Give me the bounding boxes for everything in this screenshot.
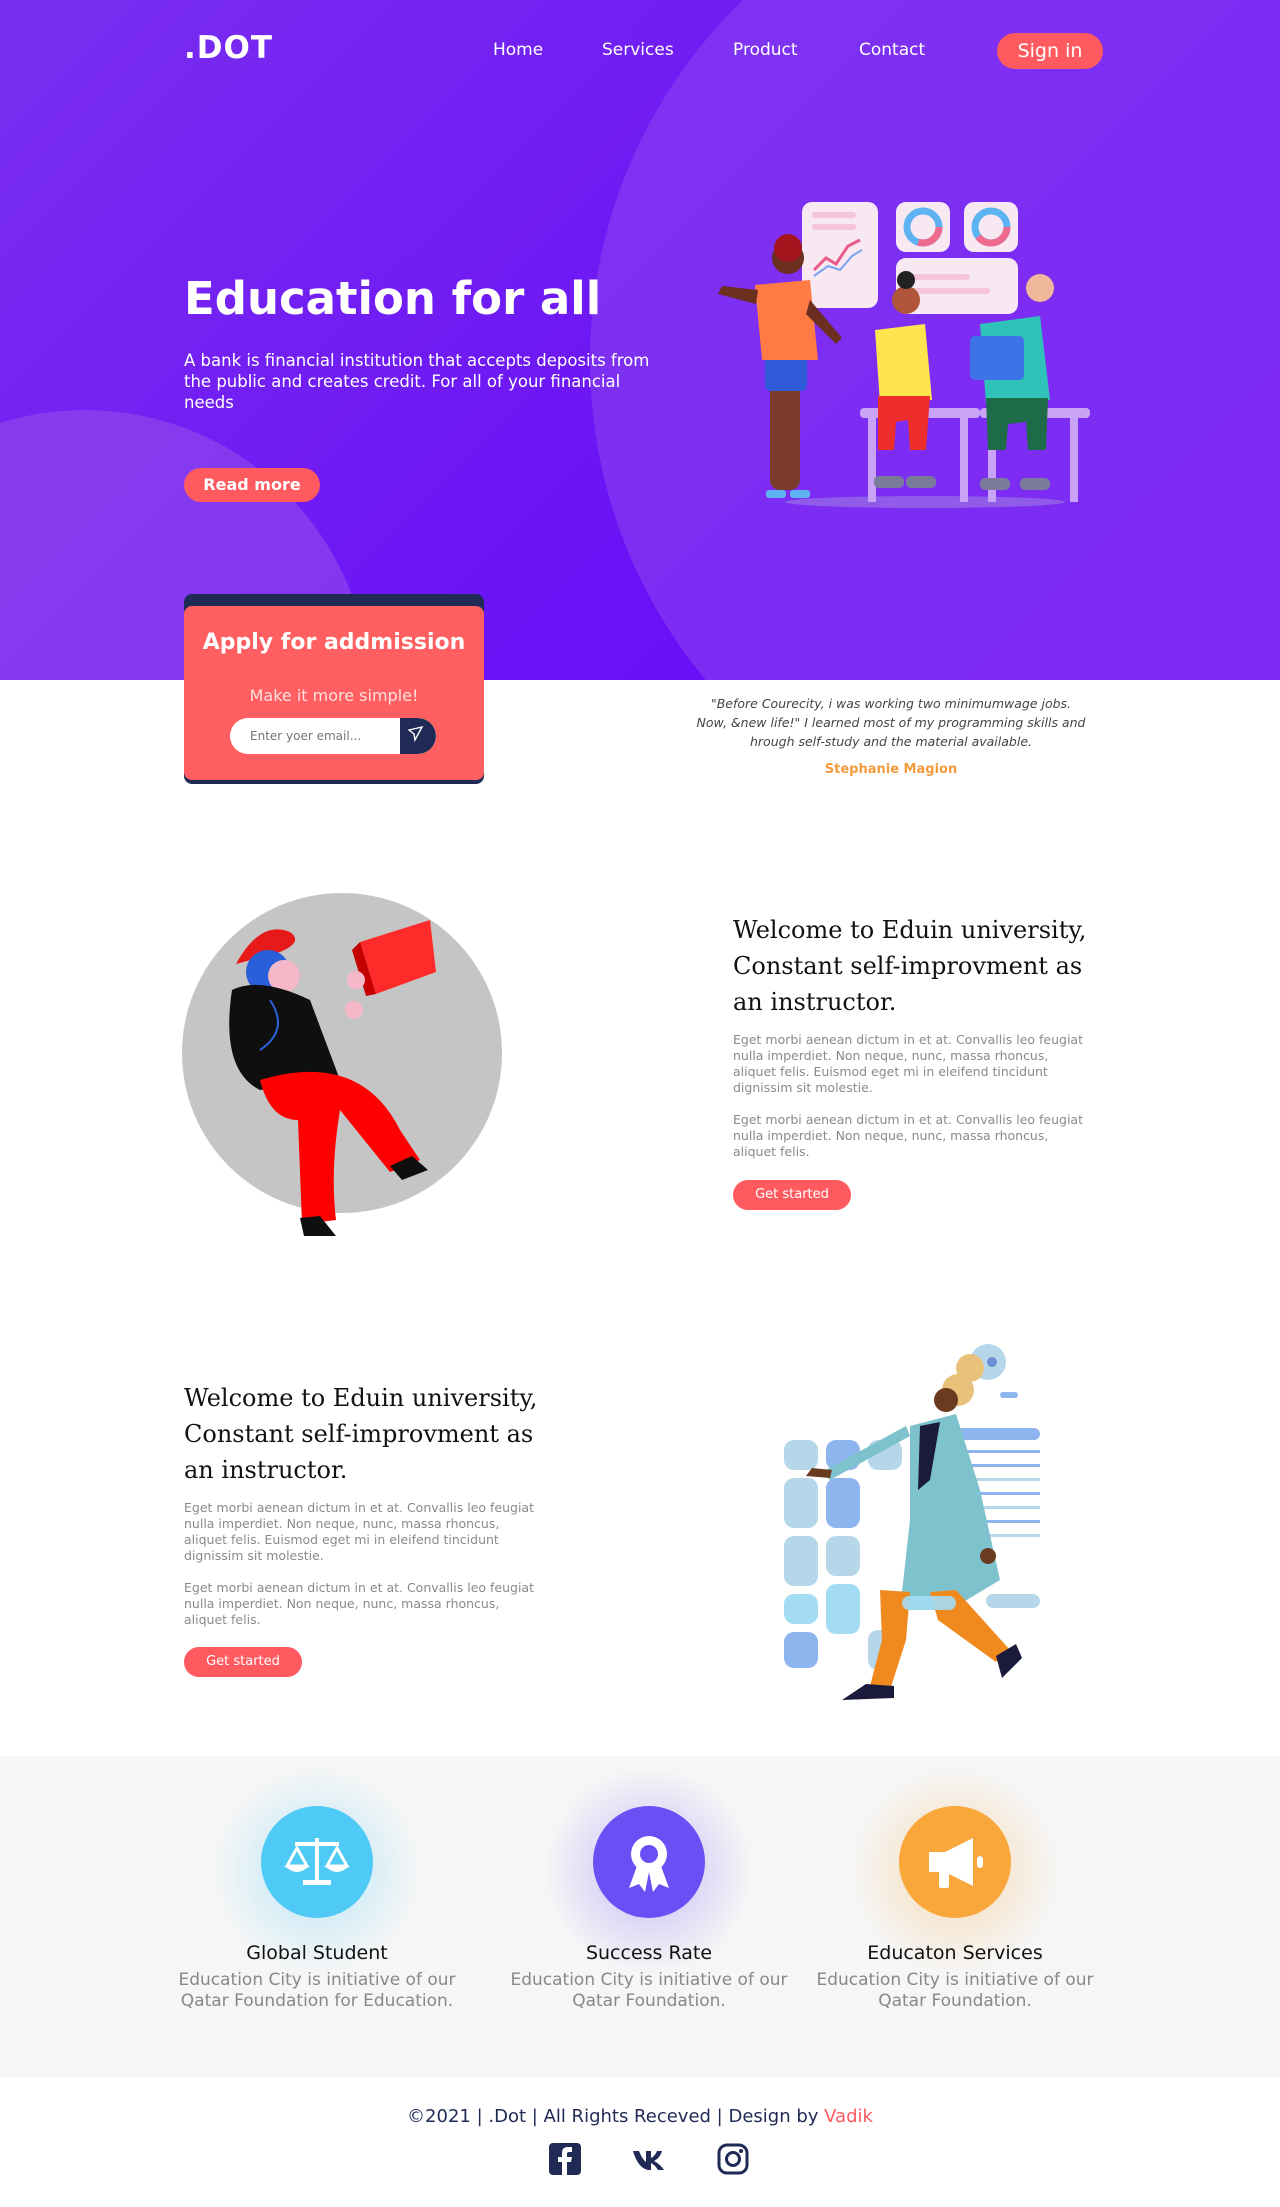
send-icon	[407, 725, 424, 743]
nav-contact[interactable]: Contact	[859, 40, 925, 60]
team-meeting-illustration	[718, 202, 1090, 508]
email-input[interactable]	[230, 718, 400, 754]
facebook-icon[interactable]	[548, 2142, 582, 2176]
megaphone-icon	[899, 1806, 1011, 1918]
feature-1-paragraph-1: Eget morbi aenean dictum in et at. Conva…	[733, 1032, 1083, 1095]
footer-text: ©2021 | .Dot | All Rights Receved | Desi…	[407, 2106, 825, 2127]
hero-title: Education for all	[184, 272, 602, 325]
feature-1-get-started-button[interactable]: Get started	[733, 1180, 851, 1210]
designer-link[interactable]: Vadik	[824, 2106, 873, 2127]
hero-section: .DOT Home Services Product Contact Sign …	[0, 0, 1280, 680]
apply-title: Apply for addmission	[202, 630, 466, 655]
brand-logo[interactable]: .DOT	[184, 30, 273, 66]
nav-product[interactable]: Product	[733, 40, 798, 60]
feature-2-title: Welcome to Eduin university, Constant se…	[184, 1384, 538, 1484]
instagram-icon[interactable]	[716, 2142, 750, 2176]
scales-icon	[261, 1806, 373, 1918]
stat-title: Educaton Services	[867, 1942, 1043, 1964]
stat-description: Education City is initiative of our Qata…	[816, 1970, 1094, 2011]
hero-description: A bank is financial institution that acc…	[184, 351, 650, 412]
nav-services[interactable]: Services	[602, 40, 674, 60]
stat-description: Education City is initiative of our Qata…	[510, 1970, 788, 2011]
apply-card: Apply for addmission Make it more simple…	[184, 606, 484, 780]
read-more-button[interactable]: Read more	[184, 468, 320, 502]
apply-subtitle: Make it more simple!	[249, 686, 419, 705]
stat-title: Global Student	[246, 1942, 388, 1964]
footer-copyright: ©2021 | .Dot | All Rights Receved | Desi…	[0, 2106, 1280, 2127]
sign-in-button[interactable]: Sign in	[997, 33, 1103, 69]
vk-icon[interactable]	[632, 2142, 666, 2176]
feature-1-title: Welcome to Eduin university, Constant se…	[733, 916, 1087, 1016]
award-icon	[593, 1806, 705, 1918]
nav-home[interactable]: Home	[493, 40, 543, 60]
stat-description: Education City is initiative of our Qata…	[178, 1970, 456, 2011]
email-form	[230, 718, 436, 754]
walking-woman-illustration	[784, 1344, 1040, 1700]
feature-2-paragraph-1: Eget morbi aenean dictum in et at. Conva…	[184, 1500, 534, 1563]
feature-2-get-started-button[interactable]: Get started	[184, 1647, 302, 1677]
stat-title: Success Rate	[585, 1942, 713, 1964]
stats-section: Global Student Education City is initiat…	[0, 1756, 1280, 2078]
reading-student-illustration	[182, 893, 502, 1236]
testimonial-author: Stephanie Magion	[824, 762, 958, 777]
feature-2-paragraph-2: Eget morbi aenean dictum in et at. Conva…	[184, 1580, 534, 1627]
email-submit-button[interactable]	[400, 718, 436, 754]
testimonial-quote: "Before Courecity, i was working two min…	[696, 696, 1086, 749]
feature-1-paragraph-2: Eget morbi aenean dictum in et at. Conva…	[733, 1112, 1083, 1159]
